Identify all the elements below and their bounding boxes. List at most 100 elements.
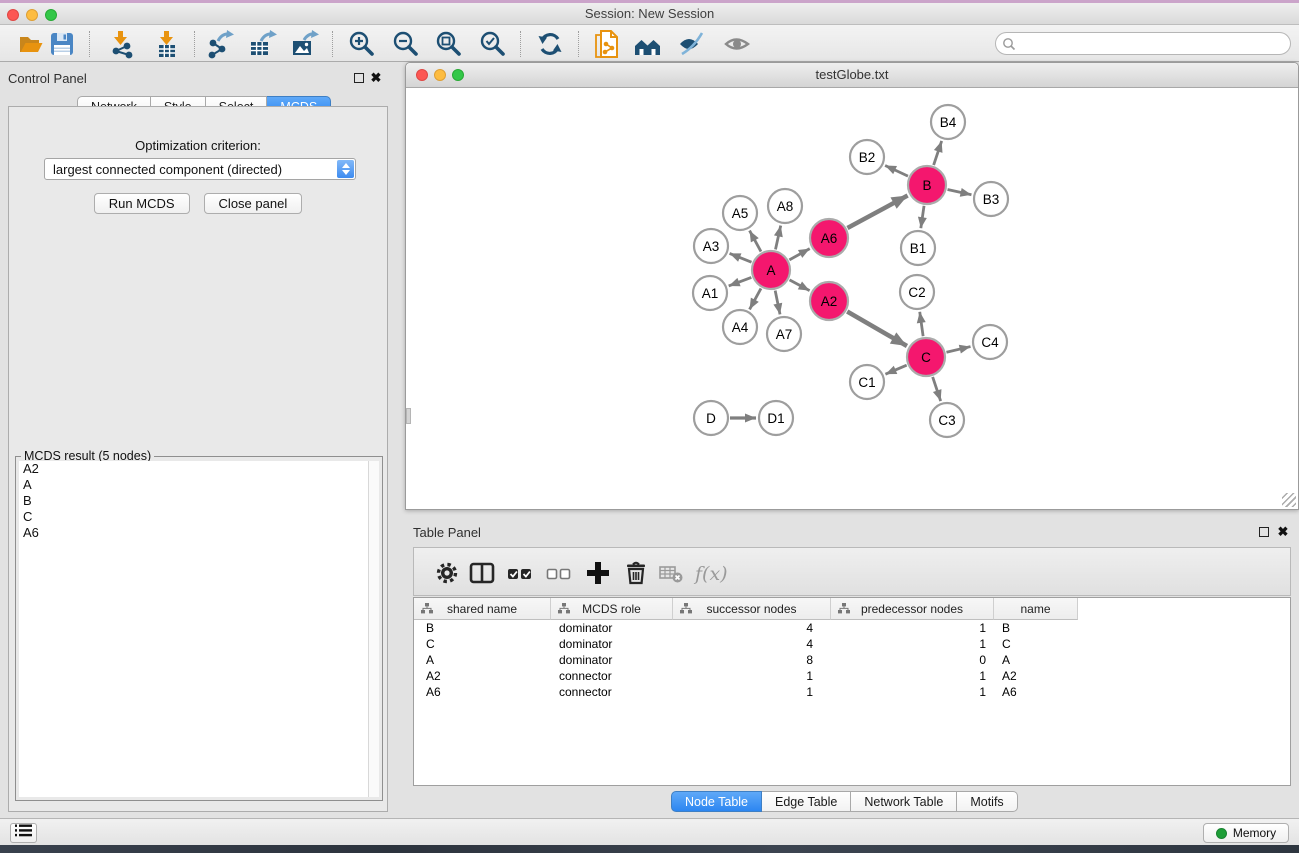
run-mcds-button[interactable]: Run MCDS: [94, 193, 190, 214]
table-cell[interactable]: B: [414, 620, 551, 636]
resize-grip-icon[interactable]: [1282, 493, 1296, 507]
search-input[interactable]: [1020, 34, 1282, 53]
deselect-all-icon[interactable]: [546, 560, 572, 586]
export-network-icon[interactable]: [205, 29, 235, 59]
table-row[interactable]: Cdominator41C: [414, 636, 1290, 652]
table-cell[interactable]: A2: [414, 668, 551, 684]
task-history-button[interactable]: [10, 823, 37, 843]
graph-edge-A-A6[interactable]: [789, 249, 809, 260]
network-canvas[interactable]: AA1A2A3A4A5A6A7A8BB1B2B3B4CC1C2C3C4DD1: [406, 89, 1298, 509]
graph-edge-B-B4[interactable]: [934, 141, 942, 165]
float-panel-icon[interactable]: [354, 73, 364, 83]
graph-edge-A-A2[interactable]: [790, 280, 810, 291]
graph-edge-A-A7[interactable]: [775, 291, 780, 315]
table-cell[interactable]: A6: [414, 684, 551, 700]
list-item[interactable]: A6: [19, 525, 368, 541]
table-cell[interactable]: 1: [673, 668, 831, 684]
graphics-details-icon[interactable]: [676, 29, 706, 59]
splitter-handle[interactable]: [406, 408, 411, 424]
column-header[interactable]: predecessor nodes: [831, 598, 994, 620]
table-cell[interactable]: 1: [831, 668, 994, 684]
graph-edge-B-B3[interactable]: [948, 189, 972, 194]
table-cell[interactable]: A2: [994, 668, 1078, 684]
delete-icon[interactable]: [623, 560, 649, 586]
tab-node-table[interactable]: Node Table: [671, 791, 762, 812]
zoom-out-icon[interactable]: [391, 29, 421, 59]
open-session-icon[interactable]: [16, 29, 46, 59]
column-header[interactable]: shared name: [414, 598, 551, 620]
refresh-icon[interactable]: [535, 29, 565, 59]
export-image-icon[interactable]: [289, 29, 319, 59]
function-builder-icon[interactable]: f(x): [693, 560, 719, 586]
graph-edge-C-C1[interactable]: [885, 365, 906, 374]
column-header[interactable]: successor nodes: [673, 598, 831, 620]
list-item[interactable]: B: [19, 493, 368, 509]
new-network-icon[interactable]: [592, 29, 622, 59]
graph-edge-C-C2[interactable]: [920, 312, 923, 336]
close-panel-icon[interactable]: ✖: [1277, 525, 1289, 539]
table-cell[interactable]: 0: [831, 652, 994, 668]
float-panel-icon[interactable]: [1259, 527, 1269, 537]
list-item[interactable]: C: [19, 509, 368, 525]
zoom-in-icon[interactable]: [347, 29, 377, 59]
graph-edge-C-C4[interactable]: [946, 347, 970, 353]
table-cell[interactable]: dominator: [551, 652, 673, 668]
tab-network-table[interactable]: Network Table: [851, 791, 957, 812]
graph-edge-A6-B[interactable]: [847, 195, 907, 228]
table-row[interactable]: A2connector11A2: [414, 668, 1290, 684]
import-network-icon[interactable]: [106, 29, 136, 59]
table-row[interactable]: A6connector11A6: [414, 684, 1290, 700]
tab-motifs[interactable]: Motifs: [957, 791, 1017, 812]
table-row[interactable]: Bdominator41B: [414, 620, 1290, 636]
graph-edge-A-A4[interactable]: [750, 288, 761, 309]
eye-icon[interactable]: [722, 29, 752, 59]
table-cell[interactable]: C: [414, 636, 551, 652]
graph-edge-A-A3[interactable]: [730, 253, 752, 262]
table-cell[interactable]: 1: [831, 684, 994, 700]
table-cell[interactable]: C: [994, 636, 1078, 652]
table-cell[interactable]: 4: [673, 636, 831, 652]
column-header[interactable]: name: [994, 598, 1078, 620]
zoom-selected-icon[interactable]: [478, 29, 508, 59]
close-panel-icon[interactable]: ✖: [370, 71, 382, 85]
zoom-fit-icon[interactable]: [434, 29, 464, 59]
graph-edge-B-B2[interactable]: [885, 165, 908, 176]
criterion-dropdown[interactable]: largest connected component (directed): [44, 158, 356, 180]
table-cell[interactable]: 1: [831, 636, 994, 652]
graph-edge-A-A8[interactable]: [775, 226, 780, 250]
table-row[interactable]: Adominator80A: [414, 652, 1290, 668]
network-graph[interactable]: AA1A2A3A4A5A6A7A8BB1B2B3B4CC1C2C3C4DD1: [406, 89, 1298, 509]
table-cell[interactable]: A6: [994, 684, 1078, 700]
table-cell[interactable]: 1: [673, 684, 831, 700]
table-cell[interactable]: connector: [551, 684, 673, 700]
column-header[interactable]: MCDS role: [551, 598, 673, 620]
graph-edge-C-C3[interactable]: [933, 377, 941, 401]
memory-button[interactable]: Memory: [1203, 823, 1289, 843]
delete-table-icon[interactable]: [658, 560, 684, 586]
table-cell[interactable]: dominator: [551, 636, 673, 652]
list-item[interactable]: A2: [19, 461, 368, 477]
table-cell[interactable]: connector: [551, 668, 673, 684]
table-cell[interactable]: 1: [831, 620, 994, 636]
column-icon[interactable]: [469, 560, 495, 586]
first-neighbors-icon[interactable]: [633, 29, 663, 59]
tab-edge-table[interactable]: Edge Table: [762, 791, 851, 812]
table-cell[interactable]: A: [994, 652, 1078, 668]
import-table-icon[interactable]: [152, 29, 182, 59]
gear-icon[interactable]: [434, 560, 460, 586]
table-cell[interactable]: 8: [673, 652, 831, 668]
select-all-icon[interactable]: [507, 560, 533, 586]
graph-edge-A-A1[interactable]: [729, 277, 752, 286]
table-cell[interactable]: 4: [673, 620, 831, 636]
table-cell[interactable]: dominator: [551, 620, 673, 636]
export-table-icon[interactable]: [247, 29, 277, 59]
add-column-icon[interactable]: [585, 560, 611, 586]
list-item[interactable]: A: [19, 477, 368, 493]
table-cell[interactable]: A: [414, 652, 551, 668]
save-session-icon[interactable]: [47, 29, 77, 59]
close-panel-button[interactable]: Close panel: [204, 193, 303, 214]
graph-edge-A2-C[interactable]: [847, 311, 907, 346]
graph-edge-B-B1[interactable]: [921, 206, 924, 228]
table-cell[interactable]: B: [994, 620, 1078, 636]
graph-edge-A-A5[interactable]: [750, 231, 761, 252]
